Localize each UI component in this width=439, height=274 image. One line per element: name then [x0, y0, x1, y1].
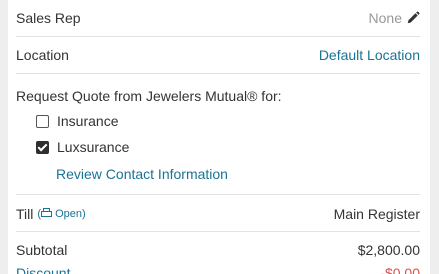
insurance-label[interactable]: Insurance [57, 113, 118, 129]
insurance-option[interactable]: Insurance [36, 112, 118, 130]
till-value: Main Register [333, 206, 420, 222]
location-label: Location [16, 47, 69, 63]
sales-rep-value[interactable]: None [369, 10, 402, 26]
sale-details-panel: Sales Rep None Location Default Location… [8, 0, 430, 274]
sales-rep-value-group[interactable]: None [369, 10, 420, 26]
location-row: Location Default Location [16, 45, 420, 65]
discount-row: Discount -$0.00 [16, 263, 420, 274]
sales-rep-row: Sales Rep None [16, 8, 420, 28]
pencil-icon[interactable] [406, 11, 420, 25]
quote-heading: Request Quote from Jewelers Mutual® for: [16, 88, 282, 104]
subtotal-row: Subtotal $2,800.00 [16, 240, 420, 260]
insurance-checkbox[interactable] [36, 114, 49, 128]
till-label: Till [16, 206, 34, 222]
till-row: Till ( Open) Main Register [16, 204, 420, 224]
divider [16, 36, 420, 37]
divider [16, 194, 420, 195]
divider [16, 231, 420, 232]
review-contact-link[interactable]: Review Contact Information [56, 166, 228, 182]
discount-label[interactable]: Discount [16, 265, 70, 274]
luxsurance-checkbox[interactable] [36, 140, 49, 154]
quote-heading-row: Request Quote from Jewelers Mutual® for: [16, 86, 420, 106]
discount-value: -$0.00 [380, 265, 420, 274]
divider [16, 73, 420, 74]
till-label-group: Till ( Open) [16, 206, 86, 222]
luxsurance-label[interactable]: Luxsurance [57, 139, 129, 155]
luxsurance-option[interactable]: Luxsurance [36, 138, 129, 156]
subtotal-label: Subtotal [16, 242, 68, 258]
review-row: Review Contact Information [56, 164, 420, 184]
subtotal-value: $2,800.00 [357, 242, 420, 258]
till-status-link[interactable]: ( Open) [37, 208, 86, 220]
cash-drawer-icon [41, 208, 53, 217]
location-link[interactable]: Default Location [319, 47, 420, 63]
till-status[interactable]: Open [55, 208, 82, 220]
sales-rep-label: Sales Rep [16, 10, 81, 26]
